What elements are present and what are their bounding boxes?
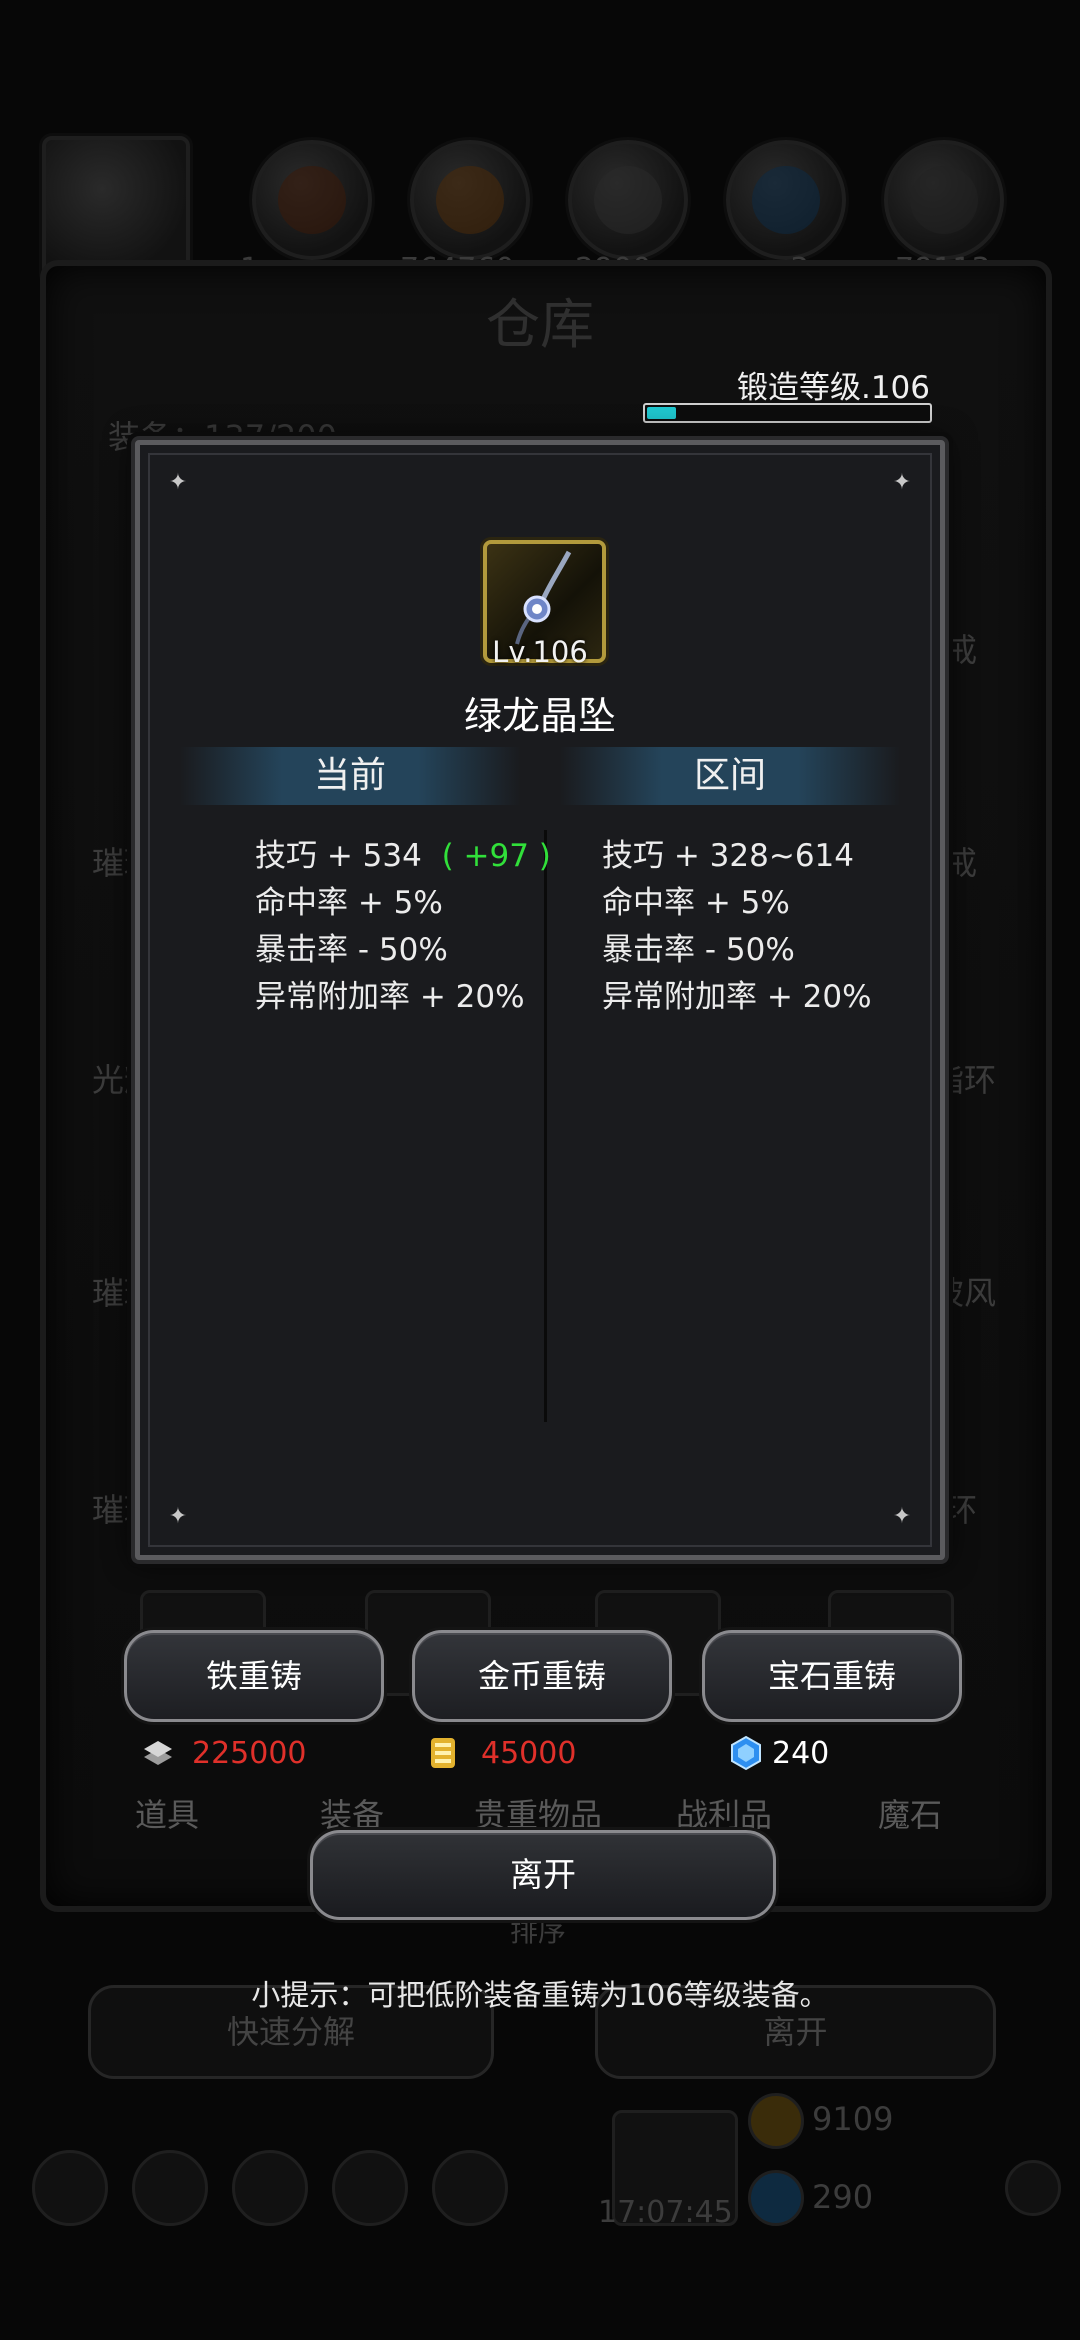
- clock: 17:07:45: [598, 2195, 733, 2230]
- stat-bonus: ( +97 ): [441, 838, 551, 874]
- leave-button[interactable]: 离开: [310, 1830, 776, 1920]
- gem-icon-background: [748, 2170, 804, 2226]
- currency-gem: 240: [728, 1735, 888, 1775]
- corner-star-icon: ✦: [168, 1504, 188, 1529]
- iron-ingot-icon: [144, 1741, 172, 1765]
- tab-magic-stone[interactable]: 魔石: [878, 1790, 942, 1836]
- row-label-right-1: 戒: [945, 631, 978, 669]
- row-label-right-2: 戒: [945, 844, 978, 882]
- menu-icon-2[interactable]: [132, 2150, 208, 2226]
- current-column-header: 当前: [180, 747, 520, 805]
- gem-reforge-button[interactable]: 宝石重铸: [702, 1630, 962, 1722]
- top-slot-fire: [252, 140, 372, 260]
- background-gem-amount: 290: [812, 2178, 874, 2216]
- iron-reforge-button[interactable]: 铁重铸: [124, 1630, 384, 1722]
- menu-icon-1[interactable]: [32, 2150, 108, 2226]
- item-level: Lv.106: [492, 635, 588, 669]
- range-stat-skill: 技巧 + 328~614: [602, 838, 854, 874]
- corner-star-icon: ✦: [892, 1504, 912, 1529]
- range-stat-crit: 暴击率 - 50%: [602, 932, 795, 968]
- currency-gold: 45000: [425, 1735, 625, 1775]
- range-stat-hit: 命中率 + 5%: [602, 885, 790, 921]
- current-stat-hit: 命中率 + 5%: [255, 885, 443, 921]
- current-stat-status: 异常附加率 + 20%: [255, 979, 525, 1015]
- gold-reforge-button[interactable]: 金币重铸: [412, 1630, 672, 1722]
- item-name: 绿龙晶坠: [463, 694, 616, 738]
- column-divider: [544, 830, 547, 1422]
- top-slot-orange: [410, 140, 530, 260]
- row-label-right-5: 环: [945, 1491, 978, 1529]
- hint-text: 小提示：可把低阶装备重铸为106等级装备。: [251, 1978, 829, 2012]
- gold-coin-icon: [748, 2093, 804, 2149]
- warehouse-title: 仓库: [486, 293, 594, 356]
- range-column-header: 区间: [560, 747, 900, 805]
- range-stat-status: 异常附加率 + 20%: [602, 979, 872, 1015]
- reforge-dialog: ✦ ✦ ✦ ✦ Lv.106 绿龙晶坠 当前 区间 技巧 + 534 ( +97…: [135, 440, 945, 1560]
- forge-progress-bar: [643, 403, 932, 423]
- corner-star-icon: ✦: [892, 470, 912, 495]
- plus-icon[interactable]: [1005, 2160, 1061, 2216]
- top-slot-dark: [884, 140, 1004, 260]
- gold-bar-icon: [431, 1738, 455, 1768]
- menu-icon-5[interactable]: [432, 2150, 508, 2226]
- blue-gem-icon: [731, 1735, 761, 1771]
- forge-level-label: 锻造等级.106: [736, 370, 930, 406]
- current-stat-skill: 技巧 + 534 ( +97 ): [255, 838, 551, 874]
- corner-star-icon: ✦: [168, 470, 188, 495]
- top-slot-blue: [726, 140, 846, 260]
- background-gold-amount: 9109: [812, 2100, 894, 2138]
- currency-iron: 225000: [140, 1735, 340, 1775]
- current-stat-crit: 暴击率 - 50%: [255, 932, 448, 968]
- menu-icon-3[interactable]: [232, 2150, 308, 2226]
- tab-items[interactable]: 道具: [135, 1790, 199, 1836]
- top-slot-grey: [568, 140, 688, 260]
- menu-icon-4[interactable]: [332, 2150, 408, 2226]
- forge-progress-fill: [647, 407, 676, 419]
